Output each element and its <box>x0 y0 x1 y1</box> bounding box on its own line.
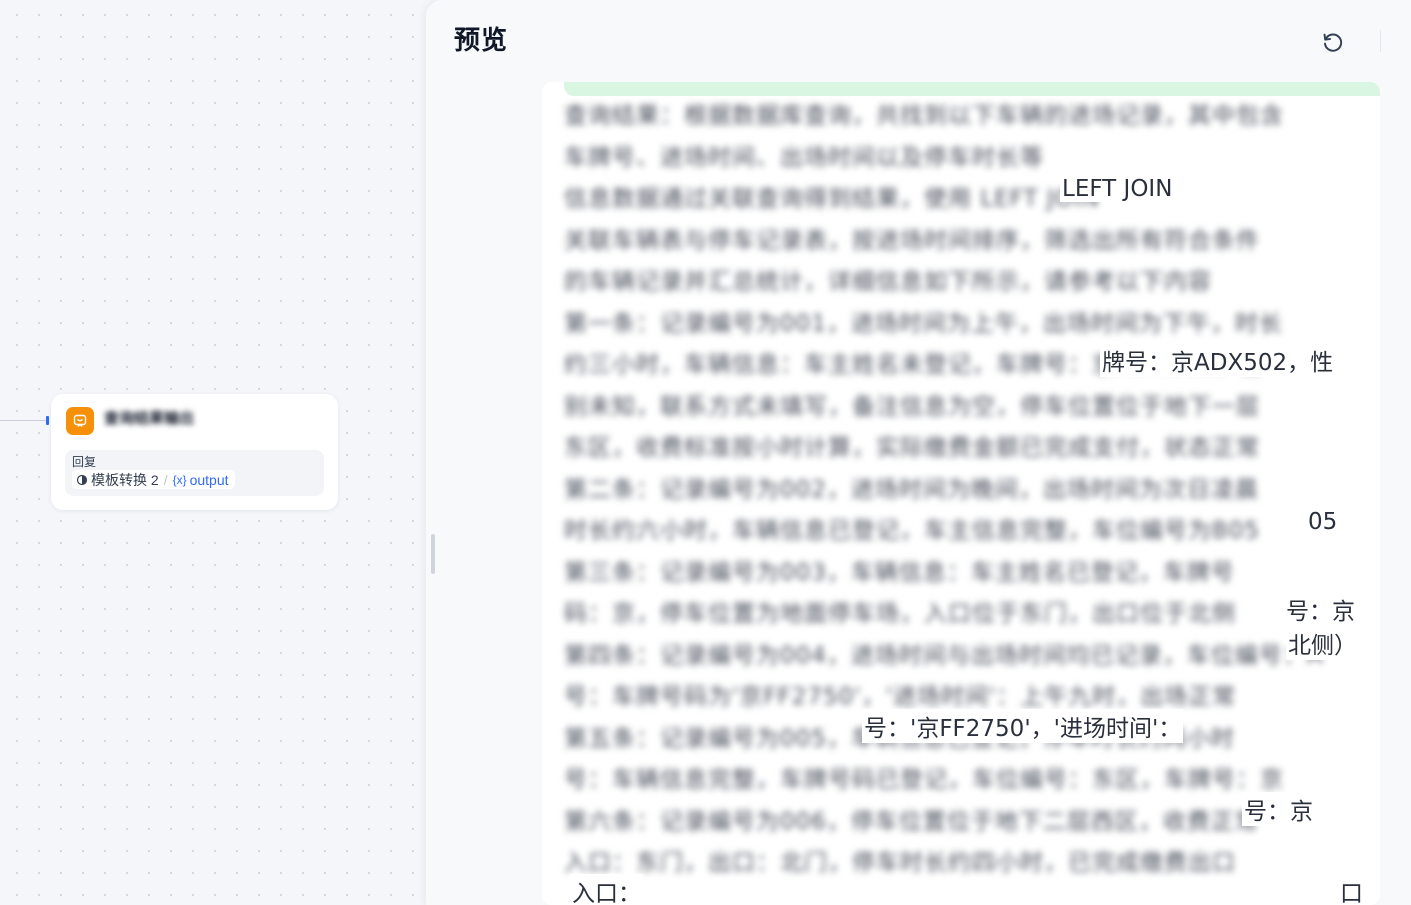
visible-text-fragment: 号：京 <box>1242 792 1315 826</box>
workflow-canvas[interactable]: 查询结果输出 回复 模板转换 2 / {x} output <box>0 0 430 905</box>
visible-text-fragment: 牌号：京ADX502，性 <box>1100 343 1336 377</box>
panel-resize-handle[interactable] <box>431 534 435 574</box>
visible-text-fragment: 入口： <box>570 874 643 905</box>
node-title: 查询结果输出 <box>104 410 195 427</box>
refresh-button[interactable] <box>1319 28 1347 56</box>
result-line: 的车辆记录并汇总统计，详细信息如下所示，请参考以下内容 <box>564 269 1212 295</box>
reply-label: 回复 <box>72 455 97 469</box>
refresh-icon <box>1323 33 1343 52</box>
answer-node[interactable]: 查询结果输出 回复 模板转换 2 / {x} output <box>51 394 338 510</box>
visible-text-fragment: 05 <box>1306 509 1340 535</box>
result-line: 东区，收费标准按小时计算，实际缴费金额已完成支付，状态正常 <box>564 435 1260 461</box>
variable-icon: {x} <box>172 472 187 487</box>
panel-title: 预览 <box>454 26 509 56</box>
result-line: 车牌号、进场时间、出场时间以及停车时长等 <box>564 144 1044 171</box>
template-node-icon <box>76 474 88 485</box>
variable-source-node: 模板转换 2 <box>91 471 159 488</box>
visible-text-fragment: LEFT JOIN <box>1060 176 1175 202</box>
preview-content[interactable]: 查询结果：根据数据库查询，共找到以下车辆的进场记录，其中包含 车牌号、进场时间、出… <box>542 82 1380 905</box>
variable-separator: / <box>163 471 168 488</box>
visible-text-fragment: 口 <box>1338 874 1365 905</box>
result-line: 第四条：记录编号为004，进场时间与出场时间均已记录，车位编号：A <box>564 642 1324 669</box>
status-bar <box>564 82 1380 96</box>
preview-panel: 预览 查询结果：根据数据库查询，共找到以下车辆的进场记录，其中包含 车牌号、进场时… <box>426 0 1411 905</box>
node-input-port[interactable] <box>46 416 49 425</box>
reply-bubble-icon <box>66 407 94 435</box>
variable-name: output <box>189 471 229 488</box>
result-line: 第一条：记录编号为001，进场时间为上午，出场时间为下午，时长 <box>564 310 1283 337</box>
preview-result-text: 查询结果：根据数据库查询，共找到以下车辆的进场记录，其中包含 车牌号、进场时间、出… <box>564 96 1380 885</box>
result-line: 关联车辆表与停车记录表，按进场时间排序，筛选出所有符合条件 <box>564 227 1260 254</box>
result-line: 时长约六小时，车辆信息已登记，车主信息完整，车位编号为B05 <box>564 518 1261 544</box>
result-line: 信息数据通过关联查询得到结果，使用 LEFT JOIN <box>564 186 1100 212</box>
result-line: 第三条：记录编号为003，车辆信息：车主姓名已登记，车牌号 <box>564 559 1235 586</box>
header-divider <box>1380 30 1381 52</box>
visible-text-fragment: 号：京 <box>1284 592 1357 626</box>
visible-text-fragment: 号：'京FF2750'，'进场时间'： <box>862 709 1184 743</box>
result-line: 别未知，联系方式未填写，备注信息为空，停车位置位于地下一层 <box>564 393 1260 420</box>
variable-reference-chip[interactable]: 模板转换 2 / {x} output <box>72 470 235 489</box>
connection-edge <box>0 420 48 421</box>
result-line: 查询结果：根据数据库查询，共找到以下车辆的进场记录，其中包含 <box>564 103 1284 129</box>
result-line: 码：京，停车位置为地面停车场，入口位于东门，出口位于北侧 <box>564 601 1236 627</box>
node-reply-section: 回复 模板转换 2 / {x} output <box>65 450 324 496</box>
result-line: 第二条：记录编号为002，进场时间为晚间，出场时间为次日凌晨 <box>564 476 1259 503</box>
visible-text-fragment: 北侧） <box>1286 626 1359 660</box>
result-line: 入口：东门，出口：北门，停车时长约四小时，已完成缴费出口 <box>564 850 1236 876</box>
